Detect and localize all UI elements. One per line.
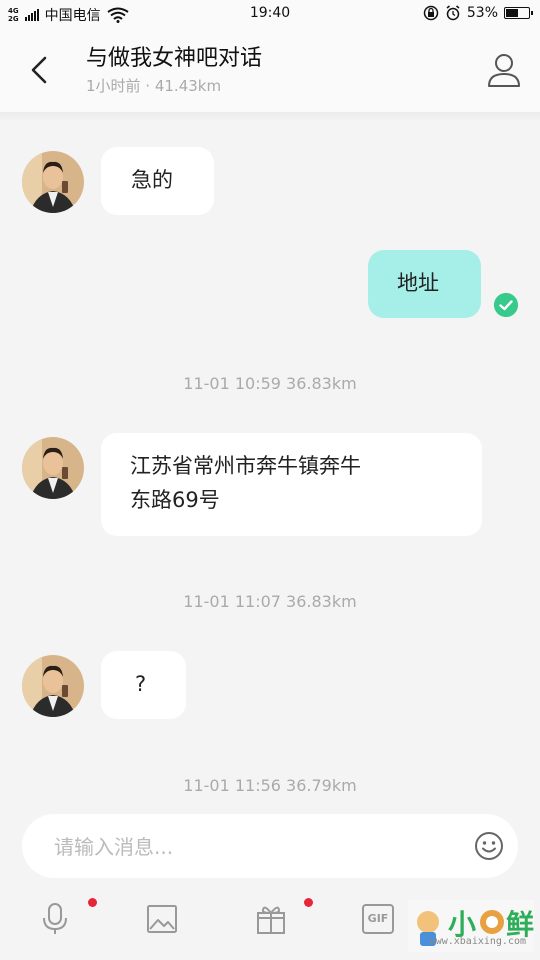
emoji-icon[interactable]: [474, 831, 504, 861]
message-bubble-incoming[interactable]: 江苏省常州市奔牛镇奔牛 东路69号: [101, 433, 482, 536]
chat-title: 与做我女神吧对话: [86, 46, 263, 71]
message-timestamp: 11-01 11:07 36.83km: [183, 592, 357, 611]
message-text: ?: [135, 672, 147, 696]
rotation-lock-icon: [423, 5, 439, 21]
notification-dot: [304, 898, 313, 907]
avatar[interactable]: [22, 437, 84, 499]
battery-percent: 53%: [466, 5, 498, 21]
chat-header: 与做我女神吧对话 1小时前 · 41.43km: [0, 28, 540, 112]
message-input-container: [22, 814, 518, 878]
message-bubble-incoming[interactable]: ?: [101, 651, 186, 719]
message-text-line: 东路69号: [130, 488, 220, 512]
watermark-logo: 小 鲜 www.xbaixing.com: [408, 900, 534, 952]
message-timestamp: 11-01 11:56 36.79km: [183, 776, 357, 795]
message-text: 地址: [397, 271, 439, 295]
status-bar: 4G 2G 中国电信 19:40 53%: [0, 0, 540, 28]
message-timestamp: 11-01 10:59 36.83km: [183, 374, 357, 393]
message-bubble-outgoing[interactable]: 地址: [368, 250, 481, 318]
message-text: 急的: [131, 168, 173, 192]
microphone-icon[interactable]: [38, 902, 72, 936]
message-input[interactable]: [52, 826, 456, 868]
battery-icon: [504, 7, 533, 19]
avatar[interactable]: [22, 151, 84, 213]
read-check-icon: [494, 293, 518, 317]
alarm-icon: [446, 5, 460, 21]
image-icon[interactable]: [145, 902, 179, 936]
message-bubble-incoming[interactable]: 急的: [101, 147, 214, 215]
notification-dot: [88, 898, 97, 907]
profile-icon[interactable]: [486, 50, 522, 90]
back-arrow-icon[interactable]: [22, 50, 58, 90]
avatar[interactable]: [22, 655, 84, 717]
gif-icon[interactable]: GIF: [362, 904, 394, 934]
watermark-url: www.xbaixing.com: [429, 936, 526, 947]
gift-icon[interactable]: [254, 902, 288, 936]
chat-subtitle: 1小时前 · 41.43km: [86, 77, 222, 95]
header-divider: [0, 112, 540, 122]
message-text-line: 江苏省常州市奔牛镇奔牛: [130, 454, 361, 478]
